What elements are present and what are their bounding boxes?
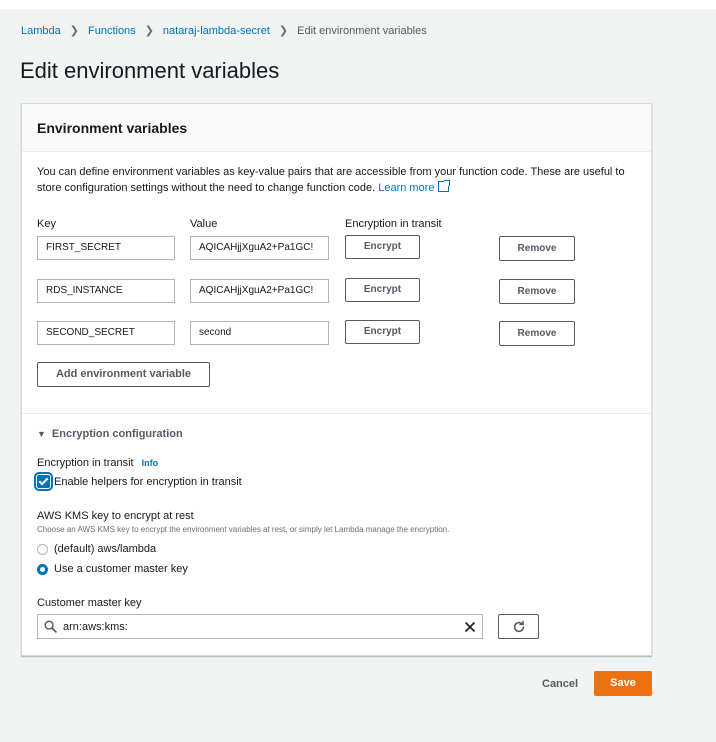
enable-helpers-label: Enable helpers for encryption in transit xyxy=(54,475,242,488)
customer-master-key-label: Customer master key xyxy=(37,597,142,609)
external-link-icon xyxy=(437,180,450,192)
env-var-row: RDS_INSTANCE AQICAHjjXguA2+Pa1GC! Encryp… xyxy=(37,276,597,306)
encrypt-button[interactable]: Encrypt xyxy=(345,320,420,344)
learn-more-link[interactable]: Learn more xyxy=(378,180,450,194)
top-strip xyxy=(0,0,716,9)
kms-key-label: AWS KMS key to encrypt at rest xyxy=(37,510,194,522)
env-vars-panel: Environment variables You can define env… xyxy=(21,103,652,656)
radio-cmk-label: Use a customer master key xyxy=(54,563,188,575)
refresh-icon xyxy=(513,620,524,632)
value-input[interactable]: second xyxy=(190,321,329,345)
description-text: You can define environment variables as … xyxy=(37,166,625,194)
radio-button[interactable] xyxy=(37,543,48,555)
radio-customer-master-key[interactable]: Use a customer master key xyxy=(37,563,188,575)
kms-key-hint: Choose an AWS KMS key to encrypt the env… xyxy=(37,525,450,534)
encryption-transit-label: Encryption in transit Info xyxy=(37,457,158,469)
radio-default-label: (default) aws/lambda xyxy=(54,543,157,555)
enable-helpers-checkbox[interactable] xyxy=(34,472,53,491)
divider xyxy=(22,413,651,414)
chevron-right-icon: ❯ xyxy=(69,25,79,37)
encrypt-button[interactable]: Encrypt xyxy=(345,235,420,259)
column-value-label: Value xyxy=(190,218,218,230)
cancel-button[interactable]: Cancel xyxy=(542,678,578,690)
cmk-value: arn:aws:kms: xyxy=(63,620,128,633)
encryption-config-toggle[interactable]: ▼ Encryption configuration xyxy=(37,428,183,440)
panel-description: You can define environment variables as … xyxy=(37,164,645,196)
panel-title: Environment variables xyxy=(37,120,188,136)
chevron-right-icon: ❯ xyxy=(144,25,154,37)
learn-more-label: Learn more xyxy=(378,182,435,194)
column-key-label: Key xyxy=(37,218,56,230)
column-encryption-label: Encryption in transit xyxy=(345,218,442,230)
radio-button-selected[interactable] xyxy=(37,563,48,575)
chevron-right-icon: ❯ xyxy=(278,25,289,37)
customer-master-key-input[interactable]: arn:aws:kms: xyxy=(37,614,483,639)
key-input[interactable]: FIRST_SECRET xyxy=(37,236,175,260)
clear-icon[interactable] xyxy=(464,621,476,633)
remove-button[interactable]: Remove xyxy=(499,321,575,346)
page-title: Edit environment variables xyxy=(20,58,280,83)
enable-helpers-checkbox-row[interactable]: Enable helpers for encryption in transit xyxy=(34,472,242,491)
breadcrumb: Lambda ❯ Functions ❯ nataraj-lambda-secr… xyxy=(21,24,427,38)
save-button[interactable]: Save xyxy=(594,671,652,696)
add-environment-variable-button[interactable]: Add environment variable xyxy=(37,362,210,387)
search-icon xyxy=(44,620,57,633)
value-input[interactable]: AQICAHjjXguA2+Pa1GC! xyxy=(190,236,329,260)
encrypt-button[interactable]: Encrypt xyxy=(345,278,420,302)
radio-default-kms[interactable]: (default) aws/lambda xyxy=(37,543,156,555)
env-var-row: FIRST_SECRET AQICAHjjXguA2+Pa1GC! Encryp… xyxy=(37,233,597,263)
key-input[interactable]: RDS_INSTANCE xyxy=(37,279,175,303)
panel-header: Environment variables xyxy=(22,104,651,152)
caret-down-icon: ▼ xyxy=(37,429,46,439)
key-input[interactable]: SECOND_SECRET xyxy=(37,321,175,345)
breadcrumb-lambda[interactable]: Lambda xyxy=(21,25,61,37)
info-link[interactable]: Info xyxy=(142,458,159,468)
breadcrumb-functions[interactable]: Functions xyxy=(88,25,136,37)
remove-button[interactable]: Remove xyxy=(499,236,575,261)
breadcrumb-function[interactable]: nataraj-lambda-secret xyxy=(163,25,270,37)
encryption-transit-text: Encryption in transit xyxy=(37,457,134,469)
breadcrumb-current: Edit environment variables xyxy=(297,24,427,37)
remove-button[interactable]: Remove xyxy=(499,279,575,304)
value-input[interactable]: AQICAHjjXguA2+Pa1GC! xyxy=(190,279,329,303)
env-var-row: SECOND_SECRET second Encrypt Remove xyxy=(37,318,597,348)
encryption-config-title: Encryption configuration xyxy=(51,428,183,440)
refresh-button[interactable] xyxy=(498,614,539,639)
